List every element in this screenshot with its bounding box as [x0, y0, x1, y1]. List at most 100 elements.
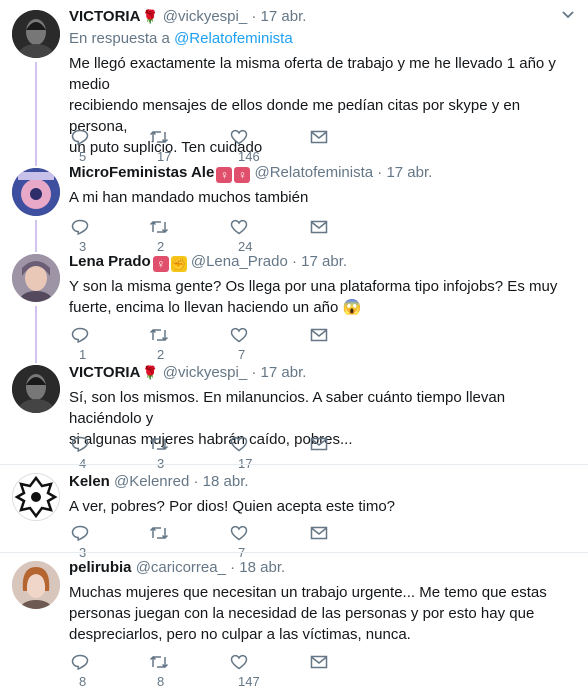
- heart-icon: [230, 436, 248, 452]
- retweet-button[interactable]: [149, 522, 177, 542]
- venus-emoji: ♀: [152, 256, 169, 272]
- author-handle[interactable]: @vickyespi_: [163, 364, 247, 381]
- tweet[interactable]: VICTORIA 🌹 @vickyespi_ · 17 abr. Sí, son …: [0, 360, 588, 471]
- tweet[interactable]: VICTORIA 🌹 @vickyespi_ · 17 abr. En respu…: [0, 0, 588, 164]
- reply-icon: [71, 436, 89, 452]
- thread-line: [35, 220, 37, 248]
- author-name[interactable]: VICTORIA: [69, 364, 140, 381]
- retweet-icon: [149, 328, 169, 341]
- tweet-text: Y son la misma gente? Os llega por una p…: [69, 278, 558, 316]
- reply-icon: [71, 219, 89, 235]
- avatar[interactable]: [12, 168, 60, 216]
- message-button[interactable]: [310, 522, 328, 542]
- venus-emoji: ♀: [234, 167, 251, 183]
- retweet-button[interactable]: 2: [149, 324, 169, 362]
- tweet-date[interactable]: 18 abr.: [239, 559, 285, 576]
- tweet[interactable]: Kelen @Kelenred · 18 abr. A ver, pobres?…: [0, 465, 588, 560]
- message-button[interactable]: [310, 126, 328, 146]
- reply-button[interactable]: 3: [71, 216, 89, 254]
- heart-icon: [230, 654, 248, 670]
- retweet-button[interactable]: 2: [149, 216, 169, 254]
- tweet-header: Lena Prado ♀ ✊ @Lena_Prado · 17 abr.: [69, 253, 348, 272]
- reply-to-link[interactable]: @Relatofeminista: [174, 30, 293, 47]
- like-button[interactable]: 17: [230, 433, 252, 471]
- author-handle[interactable]: @caricorrea_: [136, 559, 226, 576]
- retweet-icon: [149, 130, 169, 143]
- tweet-header: VICTORIA 🌹 @vickyespi_ · 17 abr.: [69, 8, 307, 25]
- author-handle[interactable]: @Lena_Prado: [191, 253, 288, 270]
- tweet-date[interactable]: 17 abr.: [386, 164, 432, 181]
- reply-context: En respuesta a @Relatofeminista: [69, 30, 293, 47]
- reply-icon: [71, 129, 89, 145]
- message-button[interactable]: [310, 216, 328, 236]
- reply-button[interactable]: 3: [71, 522, 89, 560]
- tweet-header: VICTORIA 🌹 @vickyespi_ · 17 abr.: [69, 364, 307, 381]
- envelope-icon: [310, 437, 328, 450]
- heart-icon: [230, 525, 248, 541]
- avatar[interactable]: [12, 561, 60, 609]
- author-name[interactable]: Lena Prado: [69, 253, 151, 270]
- tweet[interactable]: Lena Prado ♀ ✊ @Lena_Prado · 17 abr. Y son…: [0, 248, 588, 362]
- heart-icon: [230, 219, 248, 235]
- reply-button[interactable]: 4: [71, 433, 89, 471]
- envelope-icon: [310, 220, 328, 233]
- author-handle[interactable]: @vickyespi_: [163, 8, 247, 25]
- thread-line: [35, 360, 37, 363]
- venus-emoji: ♀: [216, 167, 233, 183]
- envelope-icon: [310, 655, 328, 668]
- author-handle[interactable]: @Relatofeminista: [255, 164, 374, 181]
- tweet-header: pelirubia @caricorrea_ · 18 abr.: [69, 559, 286, 576]
- tweet[interactable]: MicroFeministas Ale ♀ ♀ @Relatofeminista ·…: [0, 158, 588, 254]
- like-button[interactable]: 146: [230, 126, 260, 164]
- tweet-date[interactable]: 17 abr.: [261, 8, 307, 25]
- author-name[interactable]: MicroFeministas Ale: [69, 164, 214, 181]
- reply-button[interactable]: 1: [71, 324, 89, 362]
- like-button[interactable]: 7: [230, 324, 248, 362]
- tweet-text: A ver, pobres? Por dios! Quien acepta es…: [69, 498, 396, 515]
- retweet-icon: [149, 655, 169, 668]
- raised-fist-emoji: ✊: [170, 256, 187, 272]
- tweet-header: Kelen @Kelenred · 18 abr.: [69, 473, 249, 490]
- author-handle[interactable]: @Kelenred: [114, 473, 189, 490]
- tweet-date[interactable]: 17 abr.: [261, 364, 307, 381]
- avatar[interactable]: [12, 473, 60, 521]
- tweet-date[interactable]: 17 abr.: [301, 253, 347, 270]
- thread-line: [35, 158, 37, 166]
- tweet[interactable]: pelirubia @caricorrea_ · 18 abr. Muchas …: [0, 553, 588, 689]
- author-name[interactable]: VICTORIA: [69, 8, 140, 25]
- thread-line: [35, 62, 37, 158]
- like-button[interactable]: 147: [230, 651, 260, 689]
- tweet-text: A mi han mandado muchos también: [69, 189, 309, 206]
- envelope-icon: [310, 328, 328, 341]
- retweet-icon: [149, 220, 169, 233]
- reply-icon: [71, 327, 89, 343]
- message-button[interactable]: [310, 324, 328, 344]
- retweet-button[interactable]: 17: [149, 126, 171, 164]
- rose-emoji: 🌹: [142, 9, 159, 24]
- rose-emoji: 🌹: [142, 365, 159, 380]
- reply-icon: [71, 654, 89, 670]
- heart-icon: [230, 327, 248, 343]
- like-button[interactable]: 24: [230, 216, 252, 254]
- reply-button[interactable]: 5: [71, 126, 89, 164]
- reply-icon: [71, 525, 89, 541]
- tweet-text: Muchas mujeres que necesitan un trabajo …: [69, 584, 547, 643]
- thread-line: [35, 306, 37, 360]
- retweet-icon: [149, 526, 169, 539]
- retweet-icon: [149, 437, 169, 450]
- avatar[interactable]: [12, 10, 60, 58]
- thread-line: [35, 248, 37, 252]
- reply-button[interactable]: 8: [71, 651, 89, 689]
- author-name[interactable]: pelirubia: [69, 559, 132, 576]
- envelope-icon: [310, 526, 328, 539]
- retweet-button[interactable]: 3: [149, 433, 169, 471]
- message-button[interactable]: [310, 651, 328, 671]
- retweet-button[interactable]: 8: [149, 651, 169, 689]
- tweet-date[interactable]: 18 abr.: [203, 473, 249, 490]
- avatar[interactable]: [12, 365, 60, 413]
- tweet-header: MicroFeministas Ale ♀ ♀ @Relatofeminista ·…: [69, 164, 433, 183]
- avatar[interactable]: [12, 254, 60, 302]
- message-button[interactable]: [310, 433, 328, 453]
- author-name[interactable]: Kelen: [69, 473, 110, 490]
- like-button[interactable]: 7: [230, 522, 248, 560]
